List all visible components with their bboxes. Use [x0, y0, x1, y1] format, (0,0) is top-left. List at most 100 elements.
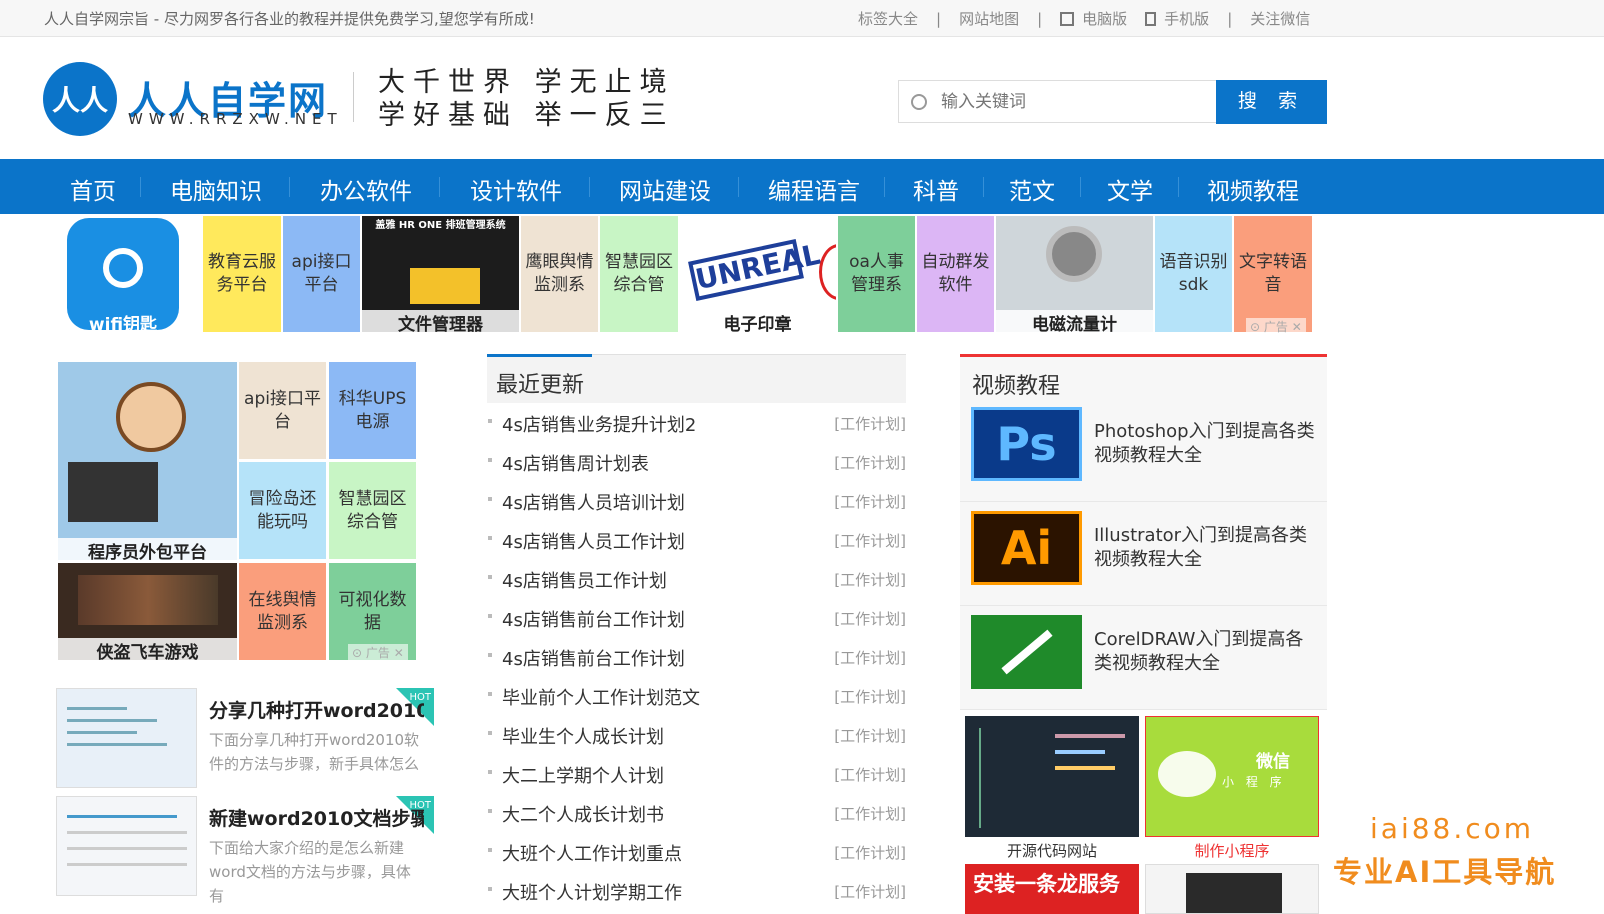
recent-item-title[interactable]: 毕业生个人成长计划 — [502, 723, 664, 749]
recent-item[interactable]: 大班个人计划学期工作 [工作计划] — [488, 871, 906, 910]
ad-tile[interactable]: 在线舆情监测系 — [239, 563, 326, 660]
recent-item[interactable]: 大二个人成长计划书 [工作计划] — [488, 793, 906, 832]
ad-tile[interactable]: oa人事管理系 — [838, 216, 915, 332]
recent-item-title[interactable]: 4s店销售前台工作计划 — [502, 645, 685, 671]
video-item[interactable]: Ps Photoshop入门到提高各类视频教程大全 — [960, 398, 1327, 502]
nav-web[interactable]: 网站建设 — [619, 172, 711, 206]
follow-wechat-link[interactable]: 关注微信 — [1250, 8, 1310, 29]
recent-item-category[interactable]: [工作计划] — [834, 686, 906, 707]
nav-design[interactable]: 设计软件 — [470, 172, 562, 206]
ad-tile[interactable]: 科华UPS电源 — [329, 362, 416, 459]
nav-literature[interactable]: 文学 — [1107, 172, 1153, 206]
ad-mini-program[interactable]: 微信 小 程 序 — [1145, 716, 1319, 837]
recent-item[interactable]: 4s店销售业务提升计划2 [工作计划] — [488, 403, 906, 442]
nav-programming[interactable]: 编程语言 — [768, 172, 860, 206]
ad-tile[interactable]: 冒险岛还能玩吗 — [239, 462, 326, 559]
recent-item[interactable]: 毕业前个人工作计划范文 [工作计划] — [488, 676, 906, 715]
ad-tile[interactable]: 智慧园区综合管 — [600, 216, 678, 332]
ad-tile[interactable]: 鹰眼舆情监测系 — [521, 216, 598, 332]
bullet — [488, 497, 492, 501]
ad-flowmeter[interactable]: 电磁流量计 — [996, 216, 1153, 332]
article-title[interactable]: 新建word2010文档步骤 — [209, 804, 424, 831]
video-item[interactable]: CorelDRAW入门到提高各类视频教程大全 — [960, 606, 1327, 710]
recent-item-title[interactable]: 4s店销售人员培训计划 — [502, 489, 685, 515]
recent-item[interactable]: 大班个人工作计划重点 [工作计划] — [488, 832, 906, 871]
sitemap-link[interactable]: 网站地图 — [959, 8, 1019, 29]
ad-tile[interactable]: 智慧园区综合管 — [329, 462, 416, 559]
article-card[interactable]: HOT 分享几种打开word2010 下面分享几种打开word2010软件的方法… — [56, 688, 434, 788]
search-input[interactable] — [941, 89, 1211, 115]
ad-install-service[interactable]: 安装一条龙服务 — [965, 864, 1139, 914]
device-graphic — [1186, 873, 1282, 913]
recent-item-title[interactable]: 4s店销售人员工作计划 — [502, 528, 685, 554]
recent-item-title[interactable]: 4s店销售前台工作计划 — [502, 606, 685, 632]
logo-mark: 人人 — [43, 62, 117, 136]
mobile-link[interactable]: 手机版 — [1145, 8, 1209, 29]
recent-item-title[interactable]: 4s店销售业务提升计划2 — [502, 411, 696, 437]
recent-item[interactable]: 大二上学期个人计划 [工作计划] — [488, 754, 906, 793]
ad-tile[interactable]: 自动群发软件 — [917, 216, 994, 332]
article-title[interactable]: 分享几种打开word2010 — [209, 696, 424, 723]
recent-item-title[interactable]: 大班个人计划学期工作 — [502, 879, 682, 905]
nav-essays[interactable]: 范文 — [1009, 172, 1055, 206]
ad-tile[interactable]: 教育云服务平台 — [203, 216, 281, 332]
nav-office[interactable]: 办公软件 — [320, 172, 412, 206]
recent-item-title[interactable]: 大二上学期个人计划 — [502, 762, 664, 788]
nav-video[interactable]: 视频教程 — [1207, 172, 1299, 206]
recent-item-category[interactable]: [工作计划] — [834, 569, 906, 590]
recent-item[interactable]: 4s店销售人员工作计划 [工作计划] — [488, 520, 906, 559]
video-item-text[interactable]: Illustrator入门到提高各类视频教程大全 — [1094, 524, 1316, 572]
nav-computer[interactable]: 电脑知识 — [170, 172, 262, 206]
ad-tile[interactable]: 文字转语音 — [1234, 216, 1312, 332]
ad-game[interactable]: 侠盗飞车游戏 — [58, 563, 237, 660]
video-item-text[interactable]: Photoshop入门到提高各类视频教程大全 — [1094, 420, 1316, 468]
recent-item-category[interactable]: [工作计划] — [834, 725, 906, 746]
ad-wifi[interactable]: wifi钥匙 — [44, 216, 202, 332]
divider: | — [936, 9, 942, 28]
video-item-text[interactable]: CorelDRAW入门到提高各类视频教程大全 — [1094, 628, 1316, 676]
recent-item-title[interactable]: 毕业前个人工作计划范文 — [502, 684, 700, 710]
recent-item[interactable]: 毕业生个人成长计划 [工作计划] — [488, 715, 906, 754]
recent-item-category[interactable]: [工作计划] — [834, 608, 906, 629]
recent-item-title[interactable]: 4s店销售周计划表 — [502, 450, 649, 476]
recent-item[interactable]: 4s店销售员工作计划 [工作计划] — [488, 559, 906, 598]
recent-item-category[interactable]: [工作计划] — [834, 842, 906, 863]
video-item[interactable]: Ai Illustrator入门到提高各类视频教程大全 — [960, 502, 1327, 606]
ad-device[interactable] — [1145, 864, 1319, 914]
logo-url: WWW.RRZXW.NET — [128, 110, 343, 128]
ad-mini-caption[interactable]: 制作小程序 — [1145, 840, 1319, 861]
recent-item[interactable]: 4s店销售周计划表 [工作计划] — [488, 442, 906, 481]
article-card[interactable]: HOT 新建word2010文档步骤 下面给大家介绍的是怎么新建word文档的方… — [56, 796, 434, 905]
ad-tile[interactable]: api接口平台 — [283, 216, 360, 332]
recent-item-category[interactable]: [工作计划] — [834, 764, 906, 785]
recent-item-category[interactable]: [工作计划] — [834, 647, 906, 668]
ad-tile[interactable]: api接口平台 — [239, 362, 326, 459]
recent-item-category[interactable]: [工作计划] — [834, 452, 906, 473]
recent-item-title[interactable]: 大二个人成长计划书 — [502, 801, 664, 827]
recent-item-category[interactable]: [工作计划] — [834, 803, 906, 824]
bullet — [488, 887, 492, 891]
recent-item[interactable]: 4s店销售前台工作计划 [工作计划] — [488, 598, 906, 637]
ad-label[interactable]: ⊙ 广告 ✕ — [348, 644, 408, 661]
recent-item-category[interactable]: [工作计划] — [834, 413, 906, 434]
bullet — [488, 575, 492, 579]
recent-item-category[interactable]: [工作计划] — [834, 491, 906, 512]
ad-file-manager[interactable]: 盖雅 HR ONE 排班管理系统 文件管理器 — [362, 216, 519, 332]
ad-label[interactable]: ⊙ 广告 ✕ — [1246, 318, 1306, 335]
desktop-link[interactable]: 电脑版 — [1060, 8, 1127, 29]
ad-stamp[interactable]: UNREAL 电子印章 — [679, 216, 836, 332]
nav-science[interactable]: 科普 — [913, 172, 959, 206]
search-button[interactable]: 搜 索 — [1216, 80, 1327, 124]
ad-programmer[interactable]: 程序员外包平台 — [58, 362, 237, 560]
recent-item-category[interactable]: [工作计划] — [834, 881, 906, 902]
recent-item-category[interactable]: [工作计划] — [834, 530, 906, 551]
recent-item-title[interactable]: 4s店销售员工作计划 — [502, 567, 667, 593]
tags-link[interactable]: 标签大全 — [858, 8, 918, 29]
recent-item[interactable]: 4s店销售前台工作计划 [工作计划] — [488, 637, 906, 676]
ad-code-site[interactable] — [965, 716, 1139, 837]
recent-item[interactable]: 4s店销售人员培训计划 [工作计划] — [488, 481, 906, 520]
ad-tile[interactable]: 语音识别sdk — [1155, 216, 1232, 332]
recent-item-title[interactable]: 大班个人工作计划重点 — [502, 840, 682, 866]
ad-code-caption[interactable]: 开源代码网站 — [965, 840, 1139, 861]
nav-home[interactable]: 首页 — [70, 172, 116, 206]
